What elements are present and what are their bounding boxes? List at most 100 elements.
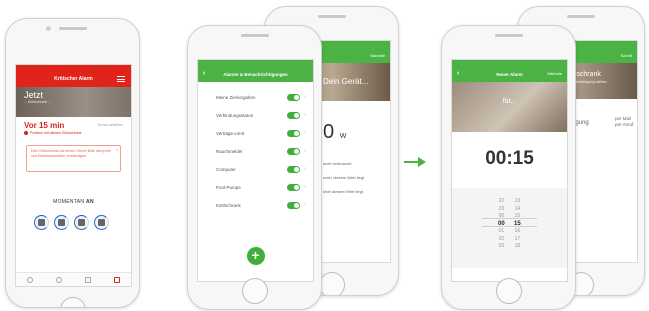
hour-option[interactable]: 23	[498, 206, 505, 214]
chevron-right-icon: ›	[304, 184, 306, 190]
chevron-right-icon: ›	[304, 94, 306, 100]
notification-options: per Mail per Anruf	[615, 116, 633, 128]
device-list	[34, 215, 131, 230]
page-title: Kritischer Alarm	[54, 76, 93, 82]
time-picker[interactable]: 22 23 00 00 01 02 03 13 14 15 15 16 17 1…	[452, 188, 567, 268]
alarm-row[interactable]: Verträge-Limit ›	[198, 124, 313, 142]
hero-subtitle: ...nachrichtigung wählen	[569, 80, 607, 84]
alarm-icon[interactable]	[113, 276, 120, 283]
alarm-row-label: Meine Zielvorgaben	[216, 94, 256, 100]
chevron-right-icon: ›	[304, 166, 306, 172]
minute-option[interactable]: 16	[514, 228, 521, 236]
home-button[interactable]	[318, 272, 345, 295]
speaker	[317, 15, 346, 18]
minute-selected[interactable]: 15	[514, 221, 521, 229]
info-line: unter diesem Wert liegt	[323, 175, 365, 180]
minute-option[interactable]: 15	[514, 213, 521, 221]
minute-option[interactable]: 17	[514, 236, 521, 244]
home-button[interactable]	[241, 278, 268, 304]
alarm-row-label: Computer	[216, 166, 236, 172]
alarm-row-label: Verträge-Limit	[216, 130, 245, 136]
alarm-toggle[interactable]	[287, 111, 301, 119]
next-button[interactable]: Nächste	[547, 71, 562, 76]
hour-option[interactable]: 02	[498, 236, 505, 244]
hour-option[interactable]: 01	[498, 228, 505, 236]
add-alarm-button[interactable]: +	[246, 247, 265, 265]
tab[interactable]: ...	[581, 103, 584, 107]
device-icon	[78, 219, 85, 226]
picker-divider	[482, 226, 537, 227]
alarm-toggle[interactable]	[287, 165, 301, 173]
device-button[interactable]	[74, 215, 89, 230]
device-button[interactable]	[34, 215, 49, 230]
home-button[interactable]	[59, 297, 86, 307]
app-bar: ‹ Alarme & Benachrichtigungen	[198, 66, 313, 82]
device-button[interactable]	[94, 215, 109, 230]
alarm-message: Dein Kühlschrank hat keinen Strom! Bitte…	[26, 145, 121, 172]
gear-icon[interactable]	[27, 276, 34, 283]
alarm-row[interactable]: Pool-Pumpe ›	[198, 178, 313, 196]
tag-icon[interactable]	[56, 276, 63, 283]
hour-selected[interactable]: 00	[498, 221, 505, 229]
camera	[46, 26, 51, 31]
current-status: MOMENTAN AN	[16, 199, 131, 205]
alarm-row-label: Kühlschrank	[216, 202, 241, 208]
phone-new-alarm: ‹ Neuer Alarm Nächste für... 00:15 22 23…	[441, 25, 576, 310]
alarm-toggle[interactable]	[287, 147, 301, 155]
chart-icon[interactable]	[84, 276, 91, 283]
alarm-toggle[interactable]	[287, 201, 301, 209]
hour-option[interactable]: 22	[498, 198, 505, 206]
call-option[interactable]: per Anruf	[615, 122, 633, 128]
alert-row[interactable]: Vor 15 min Problem mit deinem Kühlschran…	[16, 117, 131, 141]
alarm-row-label: Rauchmelder	[216, 148, 243, 154]
phone-alarms-settings: ‹ Alarme & Benachrichtigungen Meine Ziel…	[187, 25, 322, 310]
phone-critical-alarm: Kritischer Alarm Jetzt ... Kühlschrank .…	[5, 18, 140, 308]
hour-wheel[interactable]: 22 23 00 00 01 02 03	[498, 198, 505, 251]
watt-value: 0	[323, 121, 335, 143]
current-status-label: MOMENTAN	[53, 199, 85, 205]
screen-new-alarm: ‹ Neuer Alarm Nächste für... 00:15 22 23…	[451, 59, 568, 282]
device-button[interactable]	[54, 215, 69, 230]
alarm-message-text: Dein Kühlschrank hat keinen Strom! Bitte…	[31, 149, 111, 158]
minute-option[interactable]: 18	[514, 243, 521, 251]
hero-text: für...	[502, 98, 517, 105]
minute-option[interactable]: 14	[514, 206, 521, 214]
header-bar: ‹ Alarme & Benachrichtigungen	[198, 60, 313, 82]
alarm-row[interactable]: Verbindungsstatus ›	[198, 106, 313, 124]
hero-title: Jetzt	[24, 90, 44, 100]
alarm-row[interactable]: Kühlschrank ›	[198, 196, 313, 214]
watt-readout: 0 W	[323, 121, 346, 144]
next-button[interactable]: Nächste	[370, 53, 385, 58]
page-title: Alarme & Benachrichtigungen	[223, 71, 288, 77]
chevron-right-icon: ›	[304, 202, 306, 208]
hero-title: ...lschrank	[569, 71, 601, 78]
speaker	[494, 34, 523, 37]
alarm-row[interactable]: Computer ›	[198, 160, 313, 178]
minute-option[interactable]: 13	[514, 198, 521, 206]
menu-icon[interactable]	[117, 76, 125, 82]
speaker	[240, 34, 269, 37]
alarm-row[interactable]: Rauchmelder ›	[198, 142, 313, 160]
hero-banner: für...	[452, 82, 567, 132]
alarm-toggle[interactable]	[287, 129, 301, 137]
home-button[interactable]	[495, 278, 522, 304]
header-bar: ‹ Neuer Alarm Nächste	[452, 60, 567, 82]
alarm-toggle[interactable]	[287, 183, 301, 191]
minute-wheel[interactable]: 13 14 15 15 16 17 18	[514, 198, 521, 251]
chevron-right-icon: ›	[304, 148, 306, 154]
close-icon[interactable]: ×	[116, 147, 118, 152]
speaker	[567, 15, 595, 18]
view-sensor-link[interactable]: Sensor ansehen	[98, 123, 124, 127]
back-chevron-icon[interactable]: ‹	[457, 70, 459, 77]
step-button[interactable]: Schritt	[621, 53, 632, 58]
info-line: über diesem Wert liegt	[323, 189, 363, 194]
speaker	[58, 27, 87, 30]
alarm-toggle[interactable]	[287, 93, 301, 101]
hour-option[interactable]: 00	[498, 213, 505, 221]
chevron-right-icon: ›	[304, 112, 306, 118]
duration-display: 00:15	[485, 148, 534, 169]
alarm-row[interactable]: Meine Zielvorgaben ›	[198, 88, 313, 106]
hour-option[interactable]: 03	[498, 243, 505, 251]
alarm-row-label: Pool-Pumpe	[216, 184, 241, 190]
back-chevron-icon[interactable]: ‹	[203, 70, 205, 77]
